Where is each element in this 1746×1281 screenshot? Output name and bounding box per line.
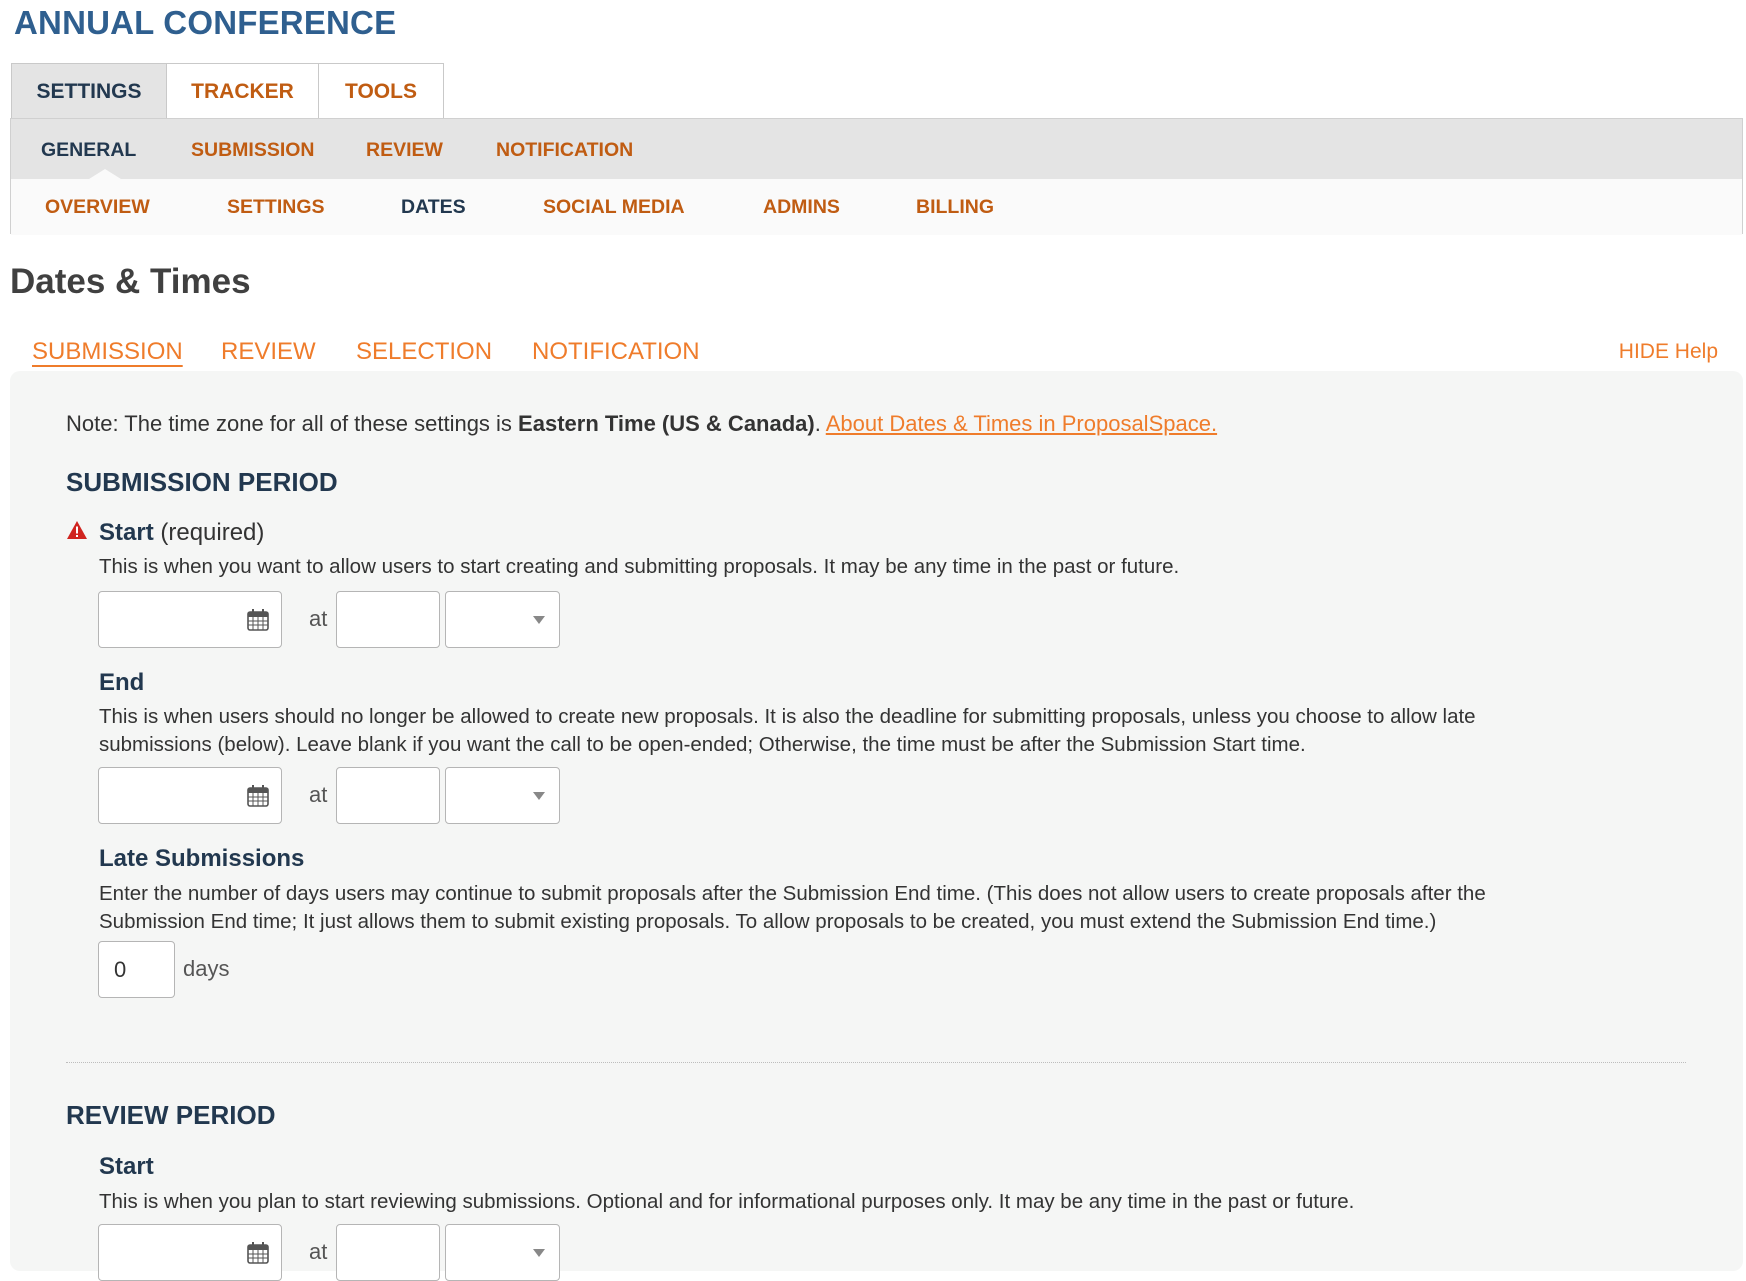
app-title: ANNUAL CONFERENCE — [14, 4, 397, 41]
late-submissions-description-line2: Submission End time; It just allows them… — [99, 910, 1437, 933]
section-tab-submission[interactable]: SUBMISSION — [32, 338, 183, 366]
late-days-input[interactable]: 0 — [98, 941, 175, 998]
submission-end-label: End — [99, 669, 145, 696]
subnav-settings[interactable]: SETTINGS — [227, 196, 325, 219]
note-timezone: Eastern Time (US & Canada) — [518, 411, 815, 436]
chevron-down-icon — [533, 1249, 545, 1257]
at-label: at — [309, 1239, 328, 1264]
submission-start-label: Start (required) — [99, 519, 264, 547]
at-label: at — [309, 606, 328, 631]
subnav-submission[interactable]: SUBMISSION — [191, 139, 315, 162]
section-tab-notification[interactable]: NOTIFICATION — [532, 338, 700, 366]
main-tabs: SETTINGS TRACKER TOOLS — [11, 63, 444, 119]
timezone-note: Note: The time zone for all of these set… — [66, 411, 1217, 437]
subnav-admins[interactable]: ADMINS — [763, 196, 840, 219]
review-start-date-input[interactable] — [98, 1224, 282, 1281]
note-suffix: . — [814, 411, 826, 436]
submission-end-date-input[interactable] — [98, 767, 282, 824]
chevron-down-icon — [533, 616, 545, 624]
review-start-label: Start — [99, 1153, 154, 1180]
submission-end-ampm-select[interactable] — [445, 767, 560, 824]
settings-subnav: GENERAL SUBMISSION REVIEW NOTIFICATION O… — [10, 118, 1743, 235]
submission-end-description-line1: This is when users should no longer be a… — [99, 705, 1476, 728]
submission-end-time-input[interactable] — [336, 767, 440, 824]
required-indicator: (required) — [160, 519, 265, 546]
submission-end-description-line2: submissions (below). Leave blank if you … — [99, 733, 1306, 756]
subnav-row-secondary: OVERVIEW SETTINGS DATES SOCIAL MEDIA ADM… — [11, 179, 1742, 235]
note-prefix: Note: The time zone for all of these set… — [66, 411, 519, 436]
late-submissions-label: Late Submissions — [99, 845, 305, 872]
about-dates-link[interactable]: About Dates & Times in ProposalSpace. — [826, 411, 1217, 436]
hide-help-link[interactable]: HIDE Help — [1619, 340, 1718, 364]
review-start-time-input[interactable] — [336, 1224, 440, 1281]
calendar-icon[interactable] — [247, 609, 269, 631]
days-unit-label: days — [183, 956, 230, 981]
section-divider — [66, 1062, 1686, 1063]
section-tab-selection[interactable]: SELECTION — [356, 338, 492, 366]
subnav-billing[interactable]: BILLING — [916, 196, 994, 219]
warning-icon — [67, 521, 87, 539]
subnav-general[interactable]: GENERAL — [41, 139, 136, 162]
review-start-ampm-select[interactable] — [445, 1224, 560, 1281]
subnav-dates[interactable]: DATES — [401, 196, 466, 219]
active-indicator-caret — [89, 169, 121, 179]
at-label: at — [309, 782, 328, 807]
tab-tools[interactable]: TOOLS — [318, 63, 444, 119]
tab-settings[interactable]: SETTINGS — [11, 63, 167, 119]
tab-tracker[interactable]: TRACKER — [166, 63, 319, 119]
chevron-down-icon — [533, 792, 545, 800]
subnav-row-primary: GENERAL SUBMISSION REVIEW NOTIFICATION — [11, 119, 1742, 179]
submission-start-date-input[interactable] — [98, 591, 282, 648]
calendar-icon[interactable] — [247, 785, 269, 807]
section-tab-review[interactable]: REVIEW — [221, 338, 316, 366]
subnav-notification[interactable]: NOTIFICATION — [496, 139, 633, 162]
submission-period-title: SUBMISSION PERIOD — [66, 467, 338, 497]
submission-start-ampm-select[interactable] — [445, 591, 560, 648]
page-title: Dates & Times — [10, 262, 251, 301]
late-submissions-description-line1: Enter the number of days users may conti… — [99, 882, 1486, 905]
review-period-title: REVIEW PERIOD — [66, 1100, 276, 1130]
subnav-overview[interactable]: OVERVIEW — [45, 196, 150, 219]
subnav-review[interactable]: REVIEW — [366, 139, 443, 162]
calendar-icon[interactable] — [247, 1242, 269, 1264]
review-start-description: This is when you plan to start reviewing… — [99, 1190, 1355, 1213]
submission-start-time-input[interactable] — [336, 591, 440, 648]
subnav-social-media[interactable]: SOCIAL MEDIA — [543, 196, 685, 219]
submission-start-description: This is when you want to allow users to … — [99, 555, 1180, 578]
submission-start-label-text: Start — [99, 519, 154, 546]
